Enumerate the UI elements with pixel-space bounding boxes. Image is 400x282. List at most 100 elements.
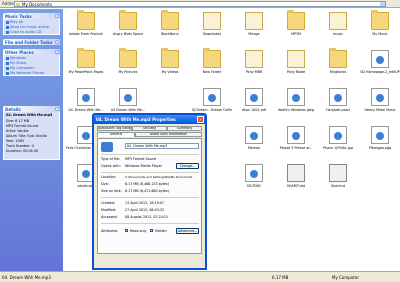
file-item-label: Pony Blade <box>286 70 306 74</box>
status-size: 6.17 MB <box>272 275 289 280</box>
status-location: My Computer <box>332 275 359 280</box>
file-item[interactable]: Mirage <box>234 9 274 45</box>
file-item-label: 04. Dream With Me... <box>68 108 104 112</box>
file-folder-tasks-title: File and Folder Tasks <box>5 40 53 45</box>
file-item[interactable]: Pony MBR <box>234 47 274 83</box>
file-icon <box>329 88 347 106</box>
readonly-label: Read-only <box>130 229 147 233</box>
task-copy-cd[interactable]: Copy to audio CD <box>6 30 41 34</box>
file-item[interactable]: My Music <box>360 9 400 45</box>
close-button[interactable]: × <box>197 116 204 123</box>
tab-audioshell-tag-editor[interactable]: AudioShell Tag Editor <box>97 126 132 131</box>
file-item[interactable]: music <box>318 9 358 45</box>
change-button[interactable]: Change... <box>176 163 199 169</box>
file-item-label: Adobe Flash Product <box>69 32 103 36</box>
details-size: Size: 6.17 MB <box>6 119 30 123</box>
file-item[interactable]: My Videos <box>150 47 190 83</box>
collapse-icon[interactable] <box>55 107 59 111</box>
place-windows[interactable]: Windows <box>6 56 26 60</box>
details-track: Track Number: 4 <box>6 144 34 148</box>
tab-general[interactable]: General <box>97 132 135 137</box>
file-icon <box>371 126 389 144</box>
details-duration: Duration: 00:04:30 <box>6 149 39 153</box>
tab-audioshell-information[interactable]: Audio Shell Information <box>135 132 202 137</box>
place-network[interactable]: My Network Places <box>6 71 44 75</box>
hidden-checkbox[interactable] <box>150 229 153 232</box>
folder-thumbnail-icon <box>245 12 263 30</box>
application-icon <box>287 164 305 182</box>
file-item[interactable]: Pikangaa.ogg <box>360 123 400 159</box>
file-item-label: Pony MBR <box>245 70 263 74</box>
collapse-icon[interactable] <box>55 14 59 18</box>
computer-icon <box>6 66 9 70</box>
place-label: Windows <box>10 56 27 60</box>
file-item[interactable]: SD Homepage-2_editUP <box>360 47 400 83</box>
file-item[interactable]: Memaa <box>234 123 274 159</box>
file-item[interactable]: Angry Birds Space <box>108 9 148 45</box>
file-item[interactable]: BlackBerry <box>150 9 190 45</box>
details-artist: Artist: Vanilla <box>6 129 29 133</box>
file-item[interactable]: Downloads <box>192 9 232 45</box>
file-item[interactable]: Heavy Metal Music <box>360 85 400 121</box>
details-type: MP3 Format Sound <box>6 124 38 128</box>
details-year: Year: 1983 <box>6 139 24 143</box>
dialog-titlebar[interactable]: 04. Dream With Me.mp3 Properties × <box>94 115 205 124</box>
size-on-disk-value: 6.17 MB (6,471,680 bytes) <box>125 189 170 193</box>
file-icon <box>329 126 347 144</box>
folder-icon <box>77 48 95 68</box>
file-item[interactable]: Adele's Windows.jpeg <box>276 85 316 121</box>
file-item[interactable]: Ringtones <box>318 47 358 83</box>
file-item[interactable]: Adobe Flash Product <box>66 9 106 45</box>
file-icon <box>77 88 95 106</box>
network-icon <box>6 71 9 75</box>
file-item-label: My Music <box>372 32 388 36</box>
file-item[interactable]: Phase 1(FINAL.jpg <box>318 123 358 159</box>
music-tasks-body: Play all Shop for music online Copy to a… <box>3 19 60 35</box>
tab-security[interactable]: Security <box>132 126 167 131</box>
file-folder-tasks-header[interactable]: File and Folder Tasks <box>3 39 60 45</box>
task-shop-music[interactable]: Shop for music online <box>6 25 49 29</box>
file-item[interactable]: Shortcut <box>318 161 358 197</box>
status-bar: 04. Dream With Me.mp3 6.17 MB My Compute… <box>0 271 400 282</box>
type-value: MP3 Format Sound <box>125 157 157 161</box>
readonly-checkbox[interactable] <box>125 229 128 232</box>
modified-value: 27 April 2012, 08:03:33 <box>125 208 165 212</box>
application-icon <box>329 164 347 182</box>
file-item[interactable]: dhpc 1001.pdf <box>234 85 274 121</box>
file-item[interactable]: SD PDKC <box>234 161 274 197</box>
advanced-button[interactable]: Advanced... <box>176 228 199 234</box>
mp3-file-icon <box>101 142 113 152</box>
music-folder-icon <box>6 61 9 65</box>
play-icon <box>6 20 9 24</box>
file-item-label: SD PDKC <box>246 184 262 188</box>
file-item[interactable]: MP3M <box>276 9 316 45</box>
file-item-label: Phase 1(FINAL.jpg <box>323 146 353 150</box>
cd-icon <box>6 30 9 34</box>
location-label: Location: <box>101 175 117 179</box>
task-play-all[interactable]: Play all <box>6 20 23 24</box>
expand-icon[interactable] <box>55 40 59 44</box>
place-my-computer[interactable]: My Computer <box>6 66 34 70</box>
opens-with-value: Windows Media Player <box>125 164 162 168</box>
file-item-label: Angry Birds Space <box>112 32 144 36</box>
place-my-music[interactable]: My Music <box>6 61 27 65</box>
file-item[interactable]: New Folder <box>192 47 232 83</box>
folder-icon <box>16 3 20 6</box>
created-value: 13 April 2012, 18:19:07 <box>125 201 165 205</box>
folder-icon <box>77 10 95 30</box>
folder-icon <box>329 48 347 68</box>
file-item[interactable]: Hanjaaki.pearl <box>318 85 358 121</box>
address-input[interactable]: My Documents <box>14 1 386 7</box>
collapse-icon[interactable] <box>55 50 59 54</box>
size-label: Size: <box>101 182 109 186</box>
task-label: Shop for music online <box>10 25 49 29</box>
filename-field[interactable]: 04. Dream With Me.mp3 <box>125 143 199 149</box>
place-label: My Music <box>10 61 27 65</box>
file-item[interactable]: Pony Blade <box>276 47 316 83</box>
file-item[interactable]: My Pictures <box>108 47 148 83</box>
file-item[interactable]: Please 5 Please of... <box>276 123 316 159</box>
tab-summary[interactable]: Summary <box>167 126 202 131</box>
file-item[interactable]: SHARIT.dat <box>276 161 316 197</box>
file-item[interactable]: My PowerPoint Pages <box>66 47 106 83</box>
chevron-down-icon[interactable] <box>380 2 385 6</box>
